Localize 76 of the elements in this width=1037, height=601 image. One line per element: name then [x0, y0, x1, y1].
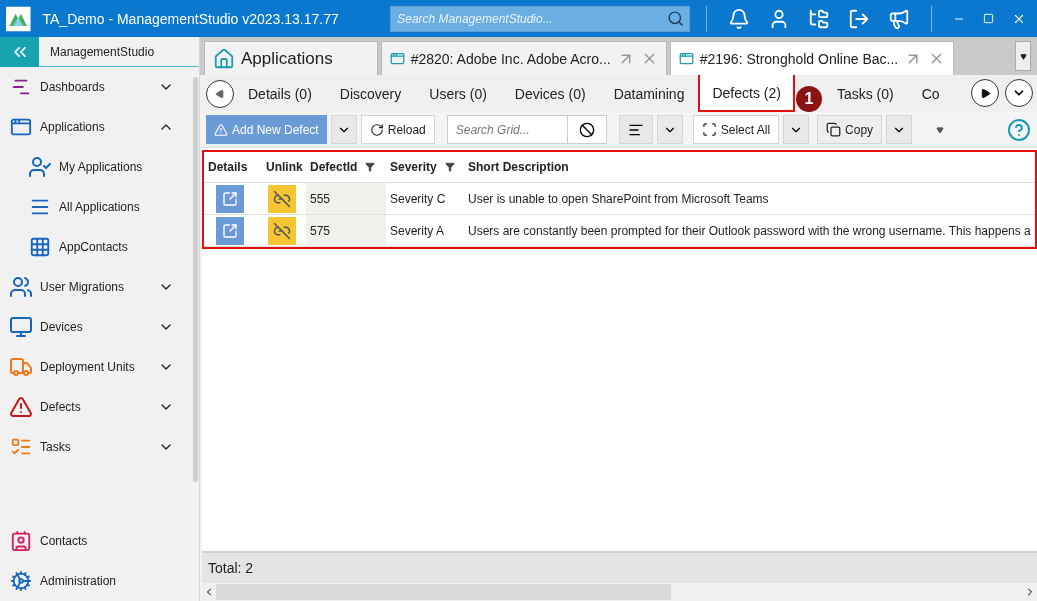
- section-tab[interactable]: Discovery: [339, 75, 402, 112]
- table-cell: 575: [306, 215, 386, 247]
- ban-icon: [578, 121, 595, 138]
- search-field[interactable]: Search ManagementStudio...: [390, 5, 691, 32]
- sidebar-item[interactable]: Administration: [0, 561, 199, 601]
- log-out-icon[interactable]: [848, 7, 871, 30]
- total-count: Total: 2: [208, 560, 254, 576]
- triangle-left-icon: [215, 88, 225, 99]
- window-icon: [678, 51, 694, 66]
- broken-link-icon: [273, 189, 291, 208]
- sidebar-item[interactable]: Devices: [0, 307, 199, 347]
- triangle-right-icon: [979, 87, 991, 99]
- sidebar-item[interactable]: AppContacts: [0, 227, 199, 267]
- warning-icon: [7, 395, 34, 419]
- collapse-button[interactable]: [0, 36, 39, 67]
- scroll-left-button[interactable]: [206, 79, 234, 108]
- bell-icon[interactable]: [728, 7, 751, 30]
- scroll-right-button[interactable]: [971, 79, 999, 107]
- search-icon[interactable]: [667, 9, 685, 27]
- document-tab[interactable]: Applications: [204, 41, 378, 75]
- app-logo: [6, 4, 31, 33]
- section-tab[interactable]: Devices (0): [514, 75, 586, 112]
- triangle-down-icon: [1019, 52, 1027, 60]
- warning-icon: [214, 122, 228, 137]
- triangle-down-icon[interactable]: [936, 125, 945, 134]
- user-check-icon: [26, 155, 53, 179]
- details-button[interactable]: [216, 216, 244, 245]
- grid-search-field[interactable]: Search Grid...: [446, 115, 567, 144]
- window-title: TA_Demo - ManagementStudio v2023.13.17.77: [42, 10, 340, 27]
- section-tab[interactable]: Users (0): [429, 75, 487, 112]
- sidebar-item[interactable]: User Migrations: [0, 267, 199, 307]
- reload-icon: [369, 122, 384, 137]
- help-icon[interactable]: [1007, 117, 1031, 142]
- maximize-icon[interactable]: [983, 13, 994, 24]
- document-tab[interactable]: #2820: Adobe Inc. Adobe Acro...: [380, 41, 667, 75]
- broken-link-icon: [273, 221, 291, 240]
- filter-icon[interactable]: [365, 162, 376, 172]
- reload-button[interactable]: Reload: [360, 115, 435, 144]
- unlink-button[interactable]: [268, 184, 296, 213]
- home-icon: [213, 47, 235, 70]
- unlink-button[interactable]: [268, 216, 296, 245]
- section-tab[interactable]: Details (0): [248, 75, 312, 112]
- people-icon: [7, 275, 34, 299]
- copy-button[interactable]: Copy: [817, 115, 883, 144]
- sidebar-item[interactable]: Contacts: [0, 521, 199, 561]
- sidebar-item[interactable]: My Applications: [0, 147, 199, 187]
- open-external-icon: [222, 190, 238, 207]
- table-cell: 555: [306, 183, 386, 215]
- monitor-icon: [7, 315, 34, 339]
- sidebar-item[interactable]: Tasks: [0, 427, 199, 467]
- truck-icon: [7, 355, 34, 379]
- clear-button[interactable]: [566, 115, 607, 144]
- section-tab[interactable]: Co: [921, 75, 940, 112]
- sidebar-item[interactable]: Deployment Units: [0, 347, 199, 387]
- folder-tree-icon[interactable]: [808, 7, 831, 30]
- copy-icon: [826, 122, 842, 137]
- filter-icon[interactable]: [444, 162, 455, 172]
- sidebar-item[interactable]: Defects: [0, 387, 199, 427]
- select-all-button[interactable]: Select All: [692, 115, 780, 144]
- details-button[interactable]: [216, 184, 244, 213]
- open-external-icon: [222, 222, 238, 239]
- section-tab[interactable]: Defects (2): [698, 75, 795, 112]
- section-tab[interactable]: Tasks (0): [836, 75, 894, 112]
- align-button[interactable]: [618, 115, 653, 144]
- document-tab[interactable]: #2196: Stronghold Online Bac...: [669, 41, 955, 75]
- sidebar-item[interactable]: Applications: [0, 107, 199, 147]
- window-icon: [389, 51, 405, 66]
- tab-menu-button[interactable]: [1015, 41, 1031, 71]
- more-tabs-button[interactable]: [1005, 79, 1033, 107]
- section-tab[interactable]: Datamining: [613, 75, 685, 112]
- megaphone-icon[interactable]: [888, 7, 911, 30]
- select-frame-icon: [701, 122, 717, 137]
- sidebar-title: ManagementStudio: [50, 44, 155, 59]
- sidebar-item[interactable]: Dashboards: [0, 67, 199, 107]
- callout-badge: 1: [795, 86, 822, 112]
- sidebar-item[interactable]: All Applications: [0, 187, 199, 227]
